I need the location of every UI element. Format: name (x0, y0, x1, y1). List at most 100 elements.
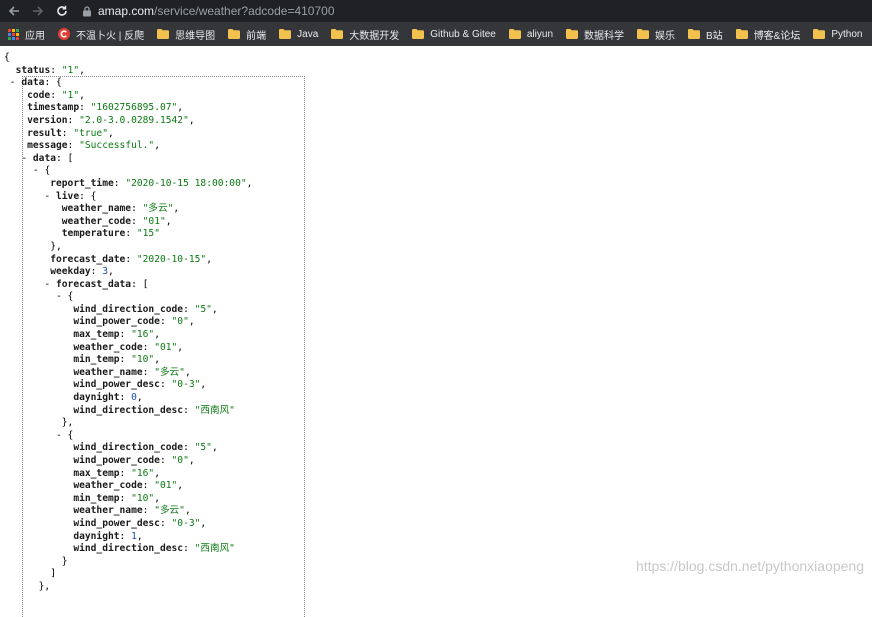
json-line: version: "2.0-3.0.0289.1542", (4, 115, 252, 128)
folder-icon (509, 29, 521, 39)
json-punctuation: , (154, 140, 160, 151)
forward-button[interactable] (28, 1, 48, 21)
json-key: weather_name (73, 505, 142, 516)
json-colon: : (68, 140, 80, 151)
bookmark-label: B站 (706, 27, 723, 42)
indent (4, 178, 50, 189)
json-value: "2020-10-15" (137, 254, 206, 265)
json-colon: : (120, 493, 132, 504)
browser-toolbar: amap.com/service/weather?adcode=410700 (0, 0, 872, 22)
json-punctuation: , (185, 367, 191, 378)
bookmark-item[interactable]: B站 (681, 22, 729, 46)
watermark: https://blog.csdn.net/pythonxiaopeng (636, 558, 864, 574)
json-key: code (27, 90, 50, 101)
address-bar[interactable]: amap.com/service/weather?adcode=410700 (98, 4, 335, 18)
json-line: wind_direction_code: "5", (4, 442, 252, 455)
json-value: "0" (172, 455, 189, 466)
collapse-toggle[interactable]: - (44, 191, 56, 202)
json-line: wind_power_code: "0", (4, 455, 252, 468)
json-colon: : (143, 367, 155, 378)
json-punctuation: { (68, 291, 74, 302)
json-line: weather_code: "01", (4, 480, 252, 493)
json-key: forecast_date (50, 254, 125, 265)
bookmark-item[interactable]: Github & Gitee (405, 22, 502, 46)
json-line: - { (4, 430, 252, 443)
bookmark-item[interactable]: Python (806, 22, 868, 46)
json-punctuation: , (108, 266, 114, 277)
bookmark-item[interactable]: 数据结 (869, 22, 872, 46)
json-colon: : (125, 254, 137, 265)
url-path: /service/weather?adcode=410700 (154, 4, 334, 18)
bookmark-item[interactable]: 应用 (0, 22, 51, 46)
collapse-toggle[interactable]: - (21, 153, 33, 164)
json-line: weather_name: "多云", (4, 203, 252, 216)
json-colon: : (68, 115, 80, 126)
json-colon: : (160, 455, 172, 466)
json-key: min_temp (73, 354, 119, 365)
lock-icon[interactable] (82, 6, 92, 17)
indent (4, 304, 73, 315)
json-value: "5" (195, 442, 212, 453)
json-punctuation: } (62, 556, 68, 567)
bookmark-item[interactable]: 数据科学 (559, 22, 630, 46)
json-key: daynight (73, 531, 119, 542)
json-punctuation: ] (50, 568, 56, 579)
indent (4, 102, 27, 113)
json-value: "多云" (154, 505, 185, 516)
json-line: - { (4, 165, 252, 178)
collapse-toggle[interactable]: - (10, 77, 22, 88)
indent (4, 128, 27, 139)
bookmark-label: 思维导图 (175, 27, 215, 42)
indent (4, 518, 73, 529)
json-key: data (33, 153, 56, 164)
json-value: "01" (154, 342, 177, 353)
indent (4, 115, 27, 126)
collapse-toggle[interactable]: - (44, 279, 56, 290)
bookmark-item[interactable]: 思维导图 (150, 22, 221, 46)
json-punctuation: , (108, 128, 114, 139)
json-punctuation: }, (62, 417, 74, 428)
json-punctuation: , (137, 392, 143, 403)
bookmark-label: Github & Gitee (430, 29, 496, 40)
collapse-toggle[interactable]: - (56, 291, 68, 302)
json-key: weather_name (62, 203, 131, 214)
collapse-toggle[interactable]: - (33, 165, 45, 176)
bookmark-item[interactable]: aliyun (502, 22, 559, 46)
json-key: wind_direction_code (73, 442, 183, 453)
json-line: wind_power_code: "0", (4, 316, 252, 329)
apps-grid-icon (8, 29, 19, 40)
json-colon: : (114, 178, 126, 189)
bookmark-item[interactable]: 博客&论坛 (729, 22, 807, 46)
collapse-toggle[interactable]: - (56, 430, 68, 441)
folder-icon (736, 29, 748, 39)
json-value: "1" (62, 65, 79, 76)
reload-button[interactable] (52, 1, 72, 21)
json-value: "10" (131, 493, 154, 504)
back-button[interactable] (4, 1, 24, 21)
json-key: wind_direction_desc (73, 405, 183, 416)
json-colon: : (143, 342, 155, 353)
bookmark-item[interactable]: 大数据开发 (324, 22, 405, 46)
json-value: "0-3" (172, 518, 201, 529)
json-punctuation: { (4, 52, 10, 63)
json-punctuation: : { (79, 191, 96, 202)
json-key: wind_power_desc (73, 379, 160, 390)
json-key: version (27, 115, 67, 126)
json-line: - data: { (4, 77, 252, 90)
folder-icon (688, 29, 700, 39)
json-colon: : (62, 128, 74, 139)
indent (4, 291, 56, 302)
indent (4, 568, 50, 579)
bookmark-item[interactable]: 不温卜火 | 反爬 (51, 22, 150, 46)
json-value: "01" (154, 480, 177, 491)
json-punctuation: , (200, 379, 206, 390)
bookmark-item[interactable]: Java (272, 22, 324, 46)
indent (4, 543, 73, 554)
json-value: "0" (172, 316, 189, 327)
json-punctuation: , (247, 178, 253, 189)
bookmark-item[interactable]: 娱乐 (630, 22, 681, 46)
json-line: ] (4, 568, 252, 581)
bookmark-item[interactable]: 前端 (221, 22, 272, 46)
json-key: temperature (62, 228, 126, 239)
json-key: min_temp (73, 493, 119, 504)
